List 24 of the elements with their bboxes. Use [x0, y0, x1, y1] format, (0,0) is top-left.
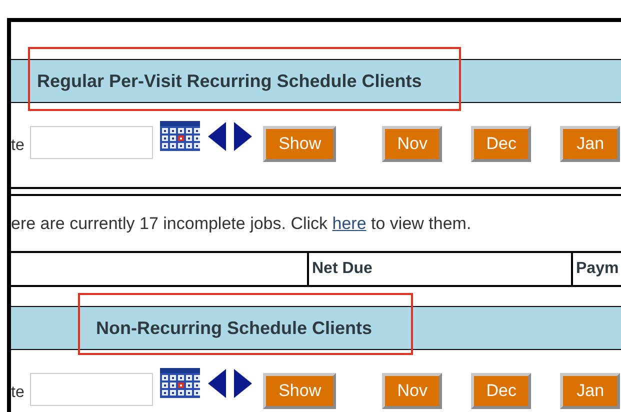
previous-arrow-icon[interactable] — [208, 122, 226, 151]
field-label: te — [11, 136, 24, 156]
next-arrow-icon[interactable] — [234, 122, 252, 151]
calendar-icon[interactable] — [160, 368, 200, 398]
column-header: Paym — [576, 259, 619, 279]
month-button[interactable]: Jan — [560, 373, 620, 409]
calendar-icon[interactable] — [160, 121, 200, 151]
next-arrow-icon[interactable] — [234, 369, 252, 398]
month-button[interactable]: Jan — [560, 126, 620, 162]
month-button[interactable]: Nov — [382, 373, 442, 409]
month-button[interactable]: Dec — [471, 373, 532, 409]
here-link[interactable]: here — [332, 214, 366, 233]
section-title: Non-Recurring Schedule Clients — [96, 316, 372, 340]
section-title: Regular Per-Visit Recurring Schedule Clients — [37, 70, 422, 93]
previous-arrow-icon[interactable] — [208, 369, 226, 398]
month-button[interactable]: Dec — [471, 126, 532, 162]
month-button[interactable]: Nov — [382, 126, 442, 162]
date-input[interactable] — [30, 373, 154, 406]
month-button[interactable]: Show — [263, 126, 336, 162]
column-header: Net Due — [312, 259, 372, 279]
incomplete-jobs-message: ere are currently 17 incomplete jobs. Click here to view them. — [11, 212, 472, 235]
field-label: te — [11, 383, 24, 403]
month-button[interactable]: Show — [263, 373, 336, 409]
date-input[interactable] — [30, 126, 154, 159]
